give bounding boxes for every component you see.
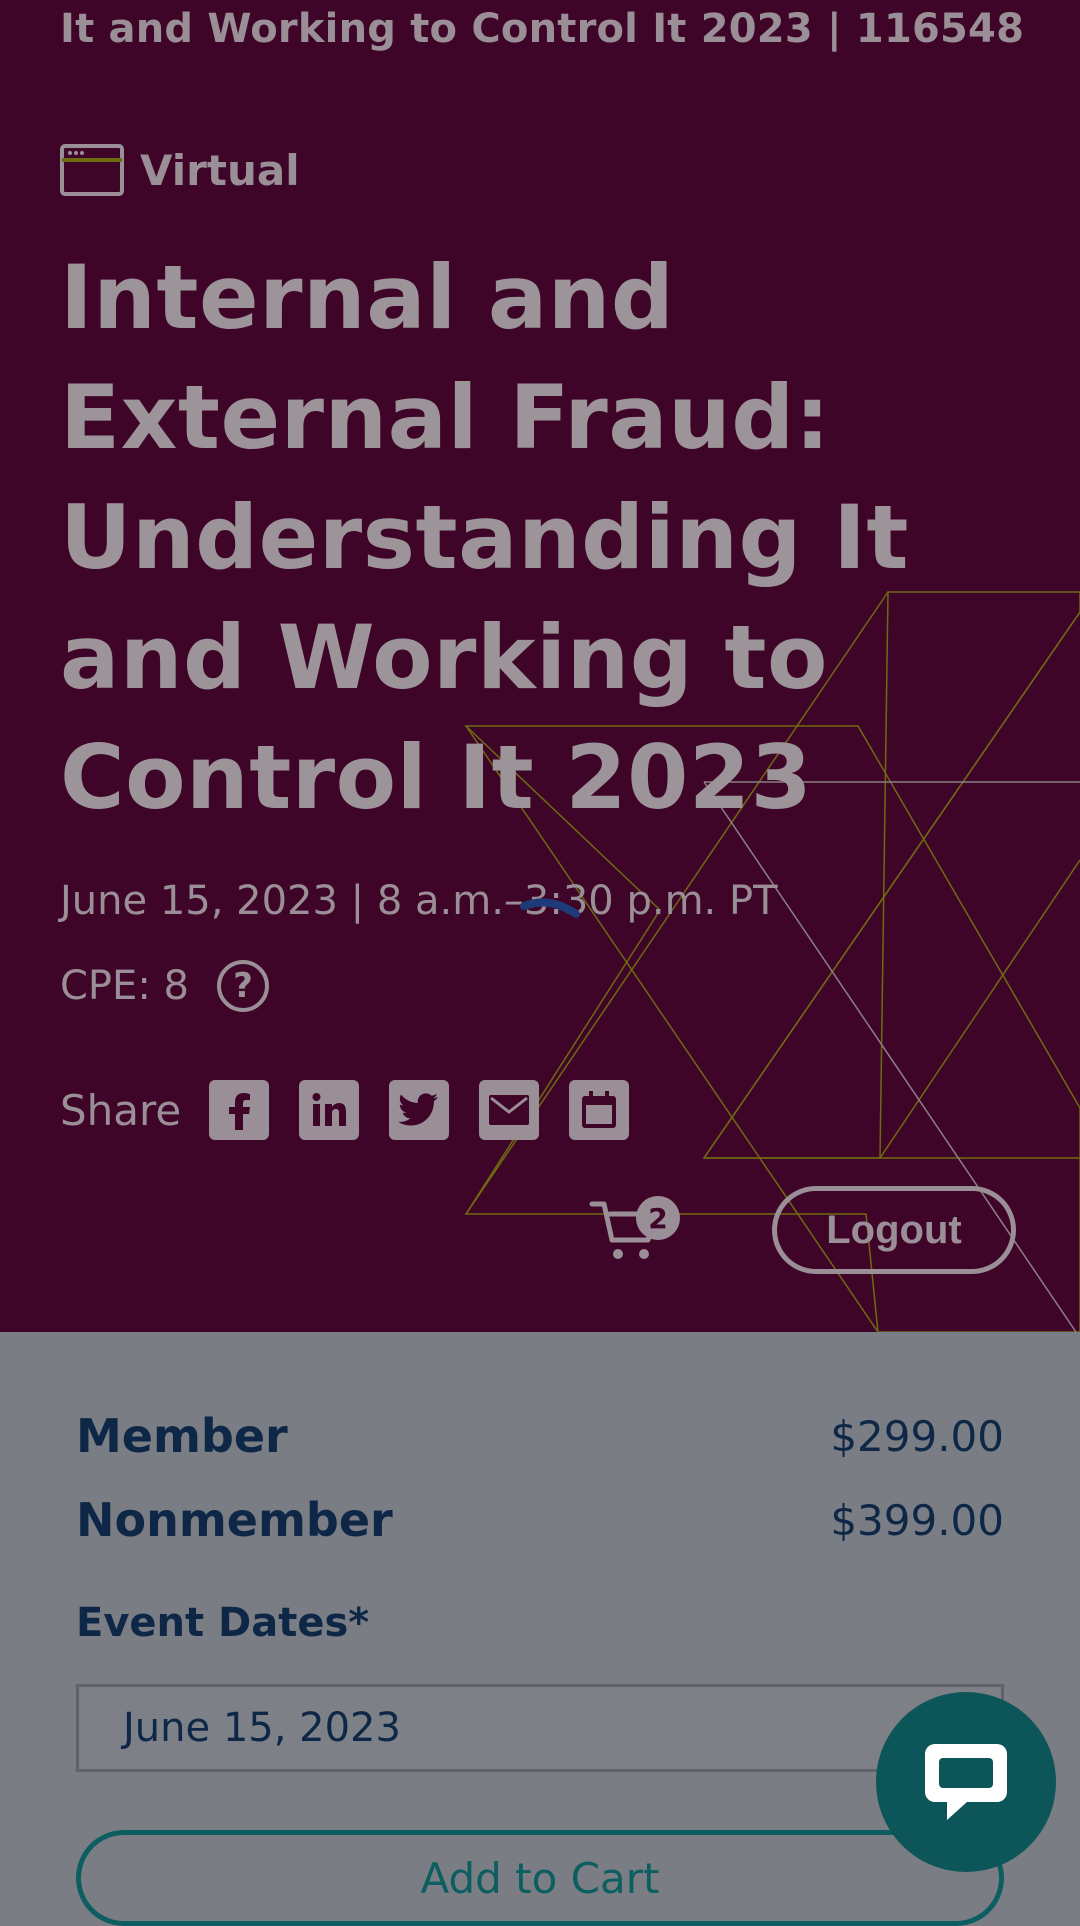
price-row-nonmember: Nonmember $399.00: [76, 1478, 1004, 1562]
chat-bubble-icon: [925, 1744, 1007, 1820]
loading-indicator: [520, 898, 580, 918]
chat-button[interactable]: [876, 1692, 1056, 1872]
cpe-row: CPE: 8 ?: [60, 960, 269, 1012]
pricing-table: Member $299.00 Nonmember $399.00: [76, 1394, 1004, 1562]
price-label: Nonmember: [76, 1493, 393, 1547]
browser-window-icon: [60, 144, 124, 196]
price-label: Member: [76, 1409, 288, 1463]
price-value: $399.00: [830, 1495, 1004, 1545]
cart-count-badge[interactable]: 2: [636, 1196, 680, 1240]
event-date-select[interactable]: June 15, 2023: [76, 1684, 1004, 1772]
format-label: Virtual: [140, 145, 300, 195]
event-date: June 15, 2023 | 8 a.m.–3:30 p.m. PT: [60, 878, 778, 924]
event-dates-label: Event Dates*: [76, 1600, 370, 1646]
add-to-cart-button[interactable]: Add to Cart: [76, 1830, 1004, 1926]
twitter-icon[interactable]: [389, 1080, 450, 1140]
page-title: Internal and External Fraud: Understandi…: [60, 246, 909, 829]
cpe-label: CPE: 8: [60, 963, 189, 1009]
price-row-member: Member $299.00: [76, 1394, 1004, 1478]
event-hero: It and Working to Control It 2023 | 1165…: [0, 0, 1080, 1332]
email-icon[interactable]: [479, 1080, 540, 1140]
logout-button[interactable]: Logout: [772, 1186, 1016, 1274]
price-value: $299.00: [830, 1411, 1004, 1461]
breadcrumb-title: It and Working to Control It 2023 | 1165…: [60, 6, 1025, 52]
facebook-icon[interactable]: [209, 1080, 270, 1140]
event-format: Virtual: [60, 144, 300, 196]
calendar-icon[interactable]: [569, 1080, 630, 1140]
share-row: Share: [60, 1080, 659, 1140]
share-label: Share: [60, 1085, 182, 1135]
help-icon[interactable]: ?: [216, 960, 269, 1012]
linkedin-icon[interactable]: [299, 1080, 360, 1140]
